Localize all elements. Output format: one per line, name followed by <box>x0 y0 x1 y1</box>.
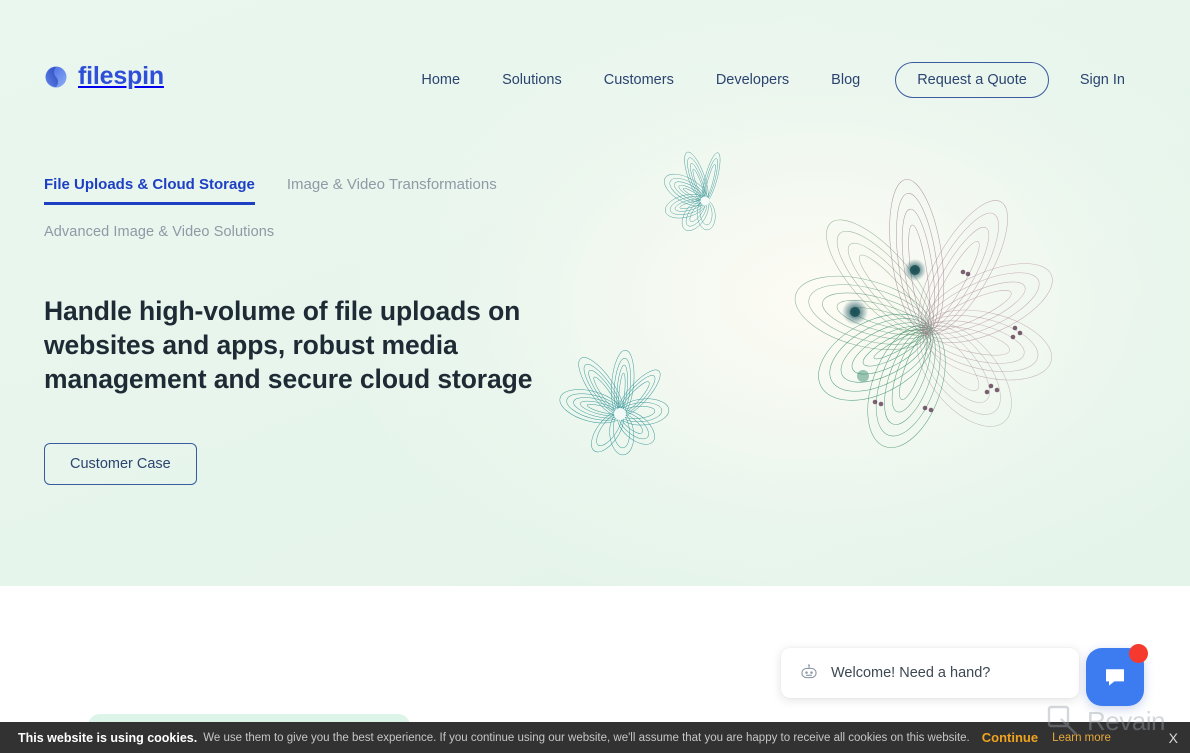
nav-item-customers[interactable]: Customers <box>583 66 695 94</box>
hero-subtitle: Advanced Image & Video Solutions <box>44 224 275 240</box>
decorative-flower-small-top <box>664 151 721 231</box>
request-a-quote-button[interactable]: Request a Quote <box>895 62 1049 98</box>
main-navigation: Home Solutions Customers Developers Blog… <box>400 62 1146 98</box>
cookie-close-icon[interactable]: X <box>1169 731 1178 745</box>
cookie-continue-button[interactable]: Continue <box>982 730 1038 745</box>
page-root: filespin Home Solutions Customers Develo… <box>0 0 1190 753</box>
cookie-learn-more-link[interactable]: Learn more <box>1052 732 1111 744</box>
hero-headline: Handle high-volume of file uploads on we… <box>44 296 533 394</box>
brand-name: filespin <box>78 62 164 90</box>
customer-case-button[interactable]: Customer Case <box>44 443 197 485</box>
nav-item-blog[interactable]: Blog <box>810 66 881 94</box>
chat-greeting-bubble[interactable]: Welcome! Need a hand? <box>781 648 1079 698</box>
cookie-heading: This website is using cookies. <box>18 730 198 745</box>
tab-image-video-transformations[interactable]: Image & Video Transformations <box>287 176 497 205</box>
nav-item-home[interactable]: Home <box>400 66 481 94</box>
chat-greeting-text: Welcome! Need a hand? <box>831 665 991 681</box>
chat-bubble-icon <box>1106 669 1124 686</box>
chat-notification-badge <box>1129 644 1148 663</box>
sphere-swirl-icon <box>45 66 67 87</box>
hero-section: filespin Home Solutions Customers Develo… <box>0 0 1190 586</box>
site-header: filespin Home Solutions Customers Develo… <box>0 0 1190 155</box>
sign-in-link[interactable]: Sign In <box>1059 66 1146 94</box>
nav-item-solutions[interactable]: Solutions <box>481 66 583 94</box>
chat-launcher-button[interactable] <box>1086 644 1148 706</box>
cookie-message: We use them to give you the best experie… <box>203 731 970 744</box>
decorative-flower-large <box>794 179 1053 448</box>
hero-tabs: File Uploads & Cloud Storage Image & Vid… <box>44 176 497 205</box>
robot-head-icon <box>801 664 817 679</box>
nav-item-developers[interactable]: Developers <box>695 66 810 94</box>
brand-logo[interactable]: filespin <box>44 62 164 91</box>
cookie-consent-bar: This website is using cookies. We use th… <box>0 722 1190 753</box>
tab-file-uploads-cloud-storage[interactable]: File Uploads & Cloud Storage <box>44 176 255 205</box>
